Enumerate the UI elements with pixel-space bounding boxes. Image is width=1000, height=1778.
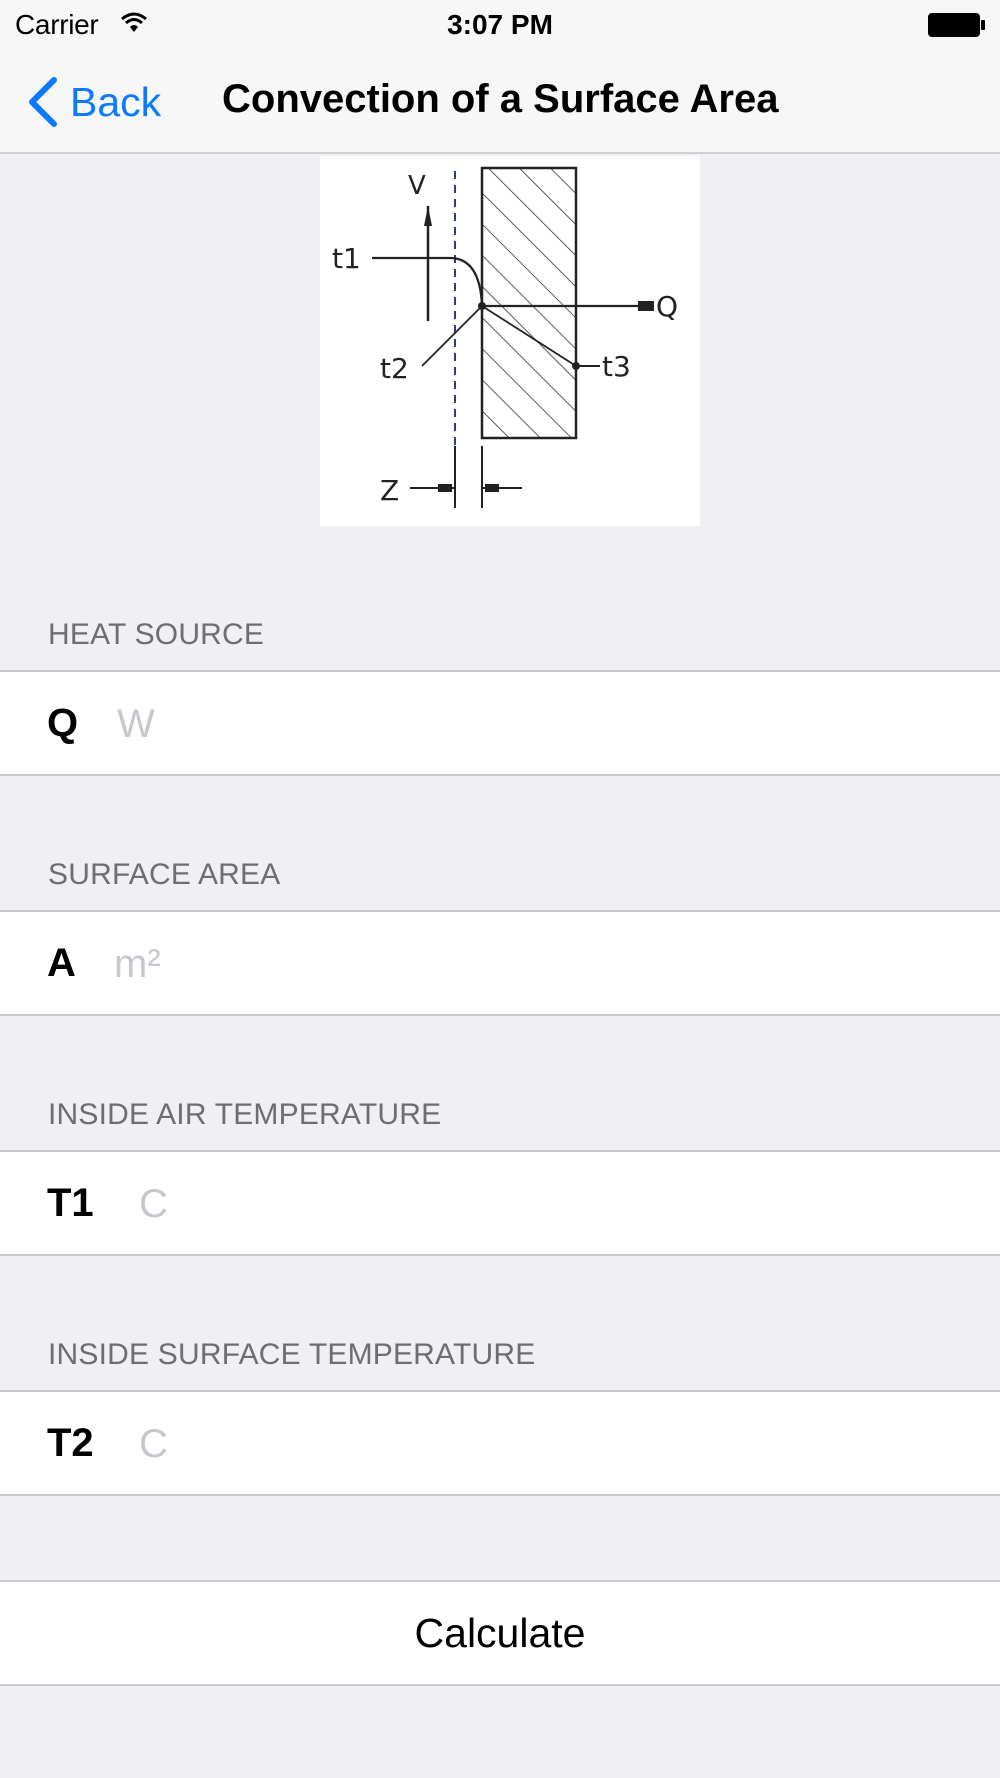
- convection-diagram: V t1 Q t2 t3 Z: [320, 156, 700, 526]
- chevron-left-icon: [29, 77, 57, 127]
- t2-pointer: [421, 305, 483, 367]
- section-header-inside-air-temperature: INSIDE AIR TEMPERATURE: [48, 1098, 442, 1131]
- surface-area-row: A: [0, 910, 1000, 1016]
- wall-section: [480, 166, 578, 440]
- diagram-area: V t1 Q t2 t3 Z: [0, 156, 1000, 546]
- page-title: Convection of a Surface Area: [222, 77, 779, 121]
- velocity-arrowhead: [424, 206, 432, 226]
- heat-source-label: Q: [47, 700, 79, 745]
- inside-surface-temperature-input[interactable]: [139, 1414, 960, 1474]
- section-header-inside-surface-temperature: INSIDE SURFACE TEMPERATURE: [48, 1338, 536, 1371]
- back-button[interactable]: Back: [26, 76, 161, 128]
- status-time: 3:07 PM: [447, 9, 553, 40]
- label-t2: t2: [380, 352, 409, 385]
- label-v: V: [408, 171, 426, 201]
- calculate-button[interactable]: Calculate: [0, 1580, 1000, 1686]
- section-header-heat-source: HEAT SOURCE: [48, 618, 265, 651]
- inside-air-temperature-label: T1: [47, 1180, 94, 1225]
- status-bar: Carrier 3:07 PM: [0, 0, 1000, 50]
- z-arrowhead-right: [485, 484, 499, 492]
- surface-area-input[interactable]: [114, 934, 960, 994]
- calculate-label: Calculate: [414, 1609, 586, 1656]
- heat-flow-arrowhead: [638, 301, 654, 311]
- section-header-surface-area: SURFACE AREA: [48, 858, 281, 891]
- inside-air-temperature-row: T1: [0, 1150, 1000, 1256]
- t3-point: [572, 362, 580, 370]
- label-t1: t1: [332, 242, 361, 275]
- label-q: Q: [656, 290, 678, 323]
- battery-icon: [928, 13, 985, 37]
- navigation-bar: Back Convection of a Surface Area: [0, 50, 1000, 154]
- inside-air-temperature-input[interactable]: [139, 1174, 960, 1234]
- inside-surface-temperature-label: T2: [47, 1420, 94, 1465]
- back-label: Back: [70, 78, 162, 125]
- heat-source-input[interactable]: [117, 694, 960, 754]
- heat-source-row: Q: [0, 670, 1000, 776]
- label-t3: t3: [602, 350, 631, 383]
- surface-area-label: A: [47, 940, 76, 985]
- label-z: Z: [380, 474, 399, 507]
- inside-surface-temperature-row: T2: [0, 1390, 1000, 1496]
- z-arrowhead-left: [438, 484, 452, 492]
